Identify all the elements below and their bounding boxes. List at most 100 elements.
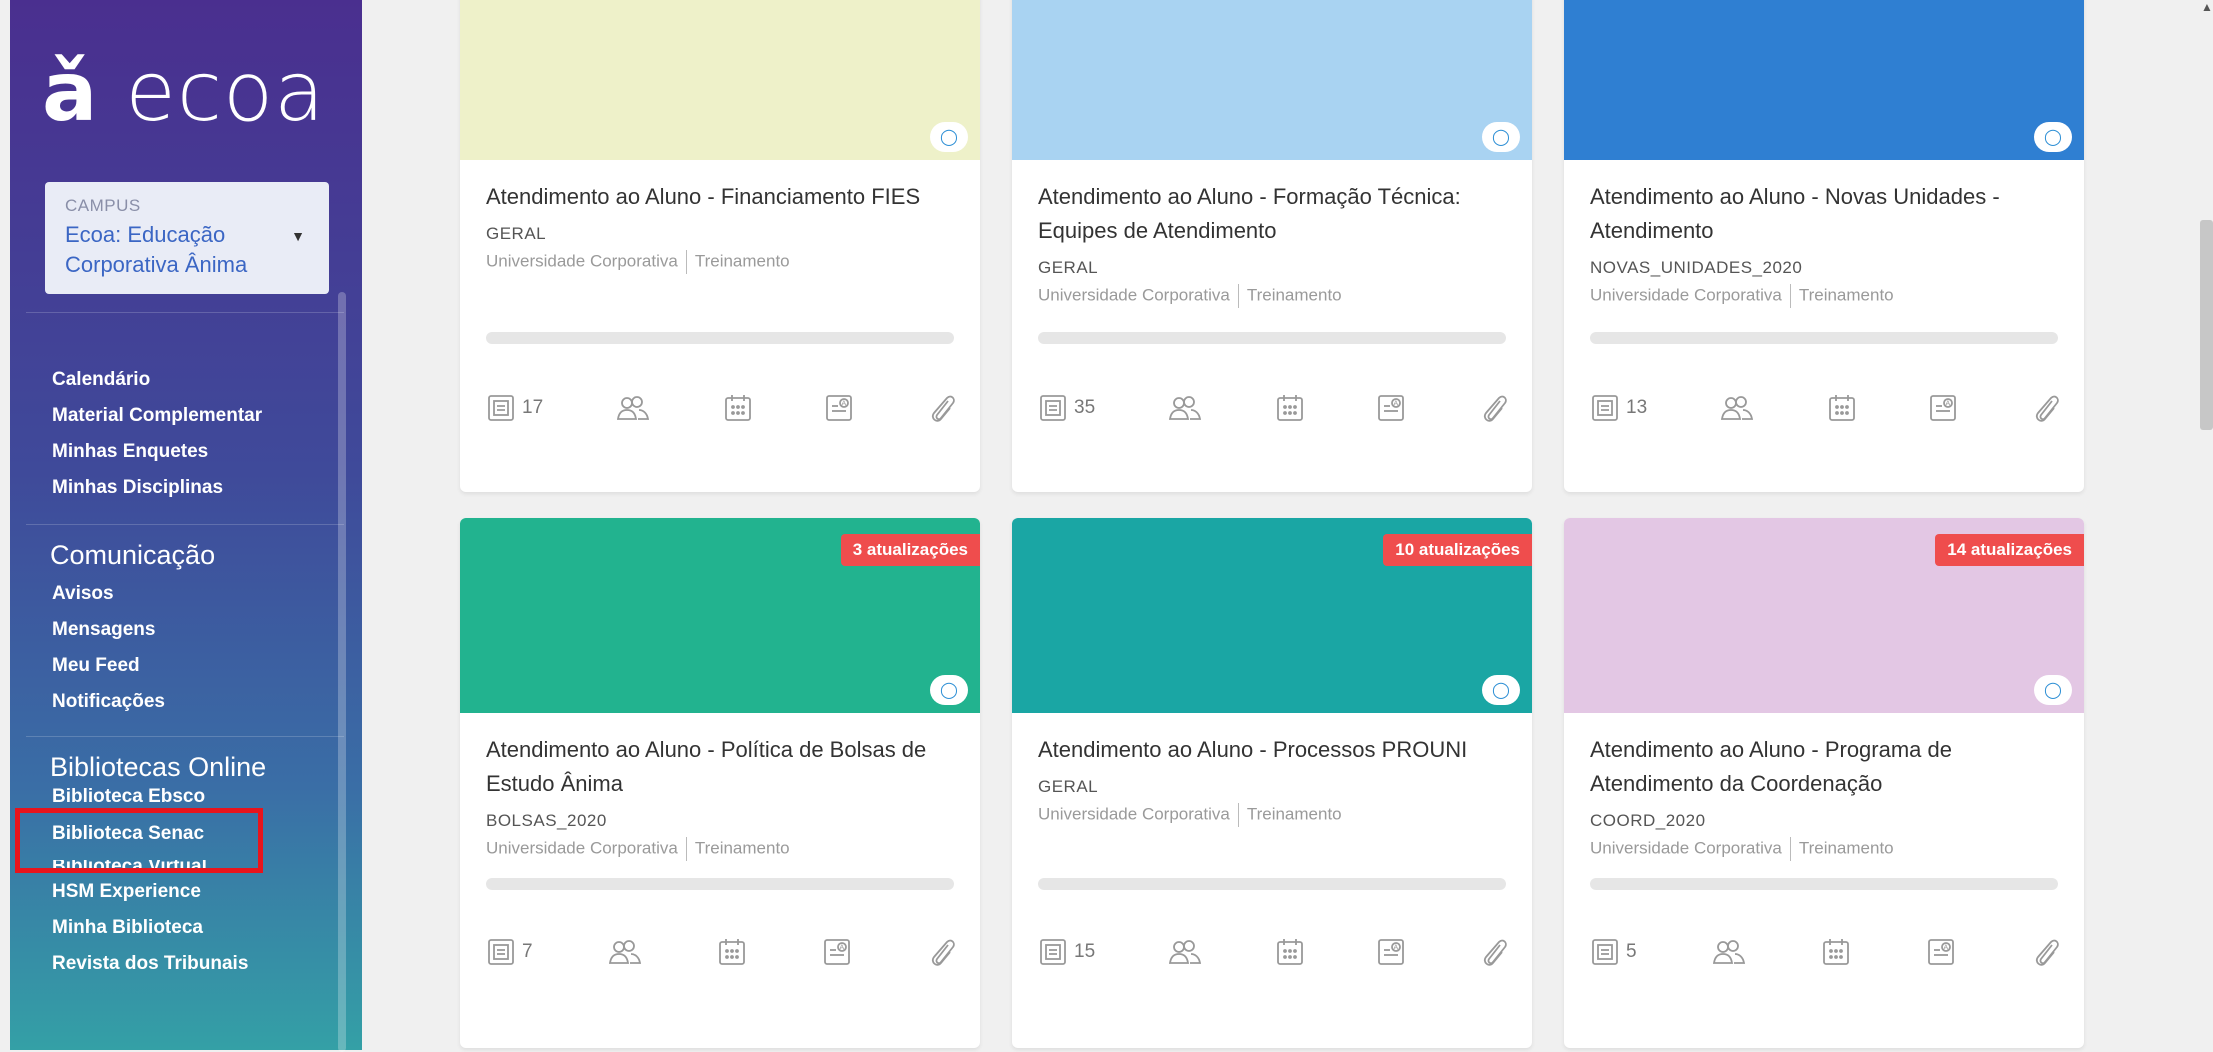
- participants-icon[interactable]: [615, 393, 651, 423]
- course-card[interactable]: ◯ Atendimento ao Aluno - Novas Unidades …: [1564, 0, 2084, 492]
- updates-badge: 10 atualizações: [1383, 534, 1532, 566]
- calendar-icon[interactable]: [1821, 937, 1851, 967]
- ecoa-logo[interactable]: ǎ ecoa: [42, 45, 325, 140]
- chat-icon[interactable]: ◯: [2034, 122, 2072, 152]
- participants-icon[interactable]: [1167, 393, 1203, 423]
- content-icon[interactable]: 17: [486, 393, 543, 423]
- participants-icon[interactable]: [607, 937, 643, 967]
- content-icon[interactable]: 15: [1038, 937, 1095, 967]
- course-title[interactable]: Atendimento ao Aluno - Formação Técnica:…: [1038, 180, 1508, 248]
- calendar-icon[interactable]: [1275, 393, 1305, 423]
- activities-icon[interactable]: A: [1928, 393, 1958, 423]
- campus-value: Ecoa: Educação Corporativa Ânima: [65, 222, 248, 277]
- content-icon[interactable]: 5: [1590, 937, 1637, 967]
- page-scrollbar[interactable]: [2200, 220, 2213, 430]
- course-card[interactable]: ◯ Atendimento ao Aluno - Formação Técnic…: [1012, 0, 1532, 492]
- content-icon[interactable]: 7: [486, 937, 533, 967]
- svg-text:A: A: [1394, 401, 1399, 408]
- nav-item-meu-feed[interactable]: Meu Feed: [52, 648, 165, 684]
- scroll-up-icon[interactable]: ▲: [2201, 0, 2213, 14]
- course-actions: 35 A: [1038, 386, 1508, 430]
- chat-icon[interactable]: ◯: [1482, 122, 1520, 152]
- progress-bar: [1038, 878, 1506, 890]
- progress-bar: [1038, 332, 1506, 344]
- course-org: Universidade Corporativa Treinamento: [486, 250, 790, 274]
- activities-icon[interactable]: A: [822, 937, 852, 967]
- attachment-icon[interactable]: [926, 391, 956, 425]
- updates-badge: 14 atualizações: [1935, 534, 2084, 566]
- course-title[interactable]: Atendimento ao Aluno - Novas Unidades - …: [1590, 180, 2060, 248]
- course-title[interactable]: Atendimento ao Aluno - Programa de Atend…: [1590, 733, 2060, 801]
- course-title[interactable]: Atendimento ao Aluno - Financiamento FIE…: [486, 180, 956, 214]
- course-card[interactable]: 3 atualizações ◯ Atendimento ao Aluno - …: [460, 518, 980, 1048]
- attachment-icon[interactable]: [926, 935, 956, 969]
- section-comunicacao: Comunicação: [50, 540, 216, 570]
- svg-text:A: A: [842, 401, 847, 408]
- content-icon[interactable]: 35: [1038, 393, 1095, 423]
- course-card[interactable]: ◯ Atendimento ao Aluno - Financiamento F…: [460, 0, 980, 492]
- calendar-icon[interactable]: [723, 393, 753, 423]
- attachment-icon[interactable]: [1478, 935, 1508, 969]
- nav-item-minhas-disciplinas[interactable]: Minhas Disciplinas: [52, 470, 262, 506]
- content-count: 17: [522, 397, 544, 418]
- progress-bar: [1590, 332, 2058, 344]
- activities-icon[interactable]: A: [824, 393, 854, 423]
- attachment-icon[interactable]: [2030, 391, 2060, 425]
- course-code: GERAL: [1038, 258, 1099, 277]
- nav-item-mensagens[interactable]: Mensagens: [52, 612, 165, 648]
- course-title[interactable]: Atendimento ao Aluno - Processos PROUNI: [1038, 733, 1508, 767]
- course-banner-image[interactable]: [460, 0, 980, 160]
- divider: [26, 524, 344, 525]
- nav-item-biblioteca-ebsco[interactable]: Biblioteca Ebsco: [52, 786, 248, 808]
- calendar-icon[interactable]: [717, 937, 747, 967]
- course-banner-image[interactable]: [1564, 0, 2084, 160]
- activities-icon[interactable]: A: [1926, 937, 1956, 967]
- nav-item-revista-dos-tribunais[interactable]: Revista dos Tribunais: [52, 946, 248, 982]
- svg-text:A: A: [839, 945, 844, 952]
- chat-icon[interactable]: ◯: [2034, 675, 2072, 705]
- activities-icon[interactable]: A: [1376, 393, 1406, 423]
- updates-badge: 3 atualizações: [840, 534, 980, 566]
- course-code: BOLSAS_2020: [486, 811, 607, 830]
- highlight-box: [15, 808, 263, 873]
- logo-glyph: ǎ: [42, 45, 99, 140]
- nav-item-hsm-experience[interactable]: HSM Experience: [52, 874, 248, 910]
- course-code: GERAL: [486, 224, 547, 243]
- course-card[interactable]: 10 atualizações ◯ Atendimento ao Aluno -…: [1012, 518, 1532, 1048]
- nav-item-avisos[interactable]: Avisos: [52, 576, 165, 612]
- content-icon[interactable]: 13: [1590, 393, 1647, 423]
- progress-bar: [486, 878, 954, 890]
- chat-icon[interactable]: ◯: [930, 675, 968, 705]
- nav-item-notificacoes[interactable]: Notificações: [52, 684, 165, 720]
- nav-item-minha-biblioteca[interactable]: Minha Biblioteca: [52, 910, 248, 946]
- content-count: 7: [522, 941, 533, 962]
- activities-icon[interactable]: A: [1376, 937, 1406, 967]
- course-title[interactable]: Atendimento ao Aluno - Política de Bolsa…: [486, 733, 956, 801]
- course-actions: 7 A: [486, 930, 956, 974]
- nav-item-calendario[interactable]: Calendário: [52, 362, 262, 398]
- attachment-icon[interactable]: [2030, 935, 2060, 969]
- participants-icon[interactable]: [1719, 393, 1755, 423]
- course-org: Universidade Corporativa Treinamento: [1038, 803, 1342, 827]
- svg-text:A: A: [1394, 945, 1399, 952]
- sidebar-scrollbar[interactable]: [338, 292, 346, 1052]
- course-banner-image[interactable]: [1012, 0, 1532, 160]
- campus-selector[interactable]: CAMPUS Ecoa: Educação Corporativa Ânima …: [45, 182, 329, 294]
- main-nav: Calendário Material Complementar Minhas …: [52, 362, 262, 506]
- nav-item-material-complementar[interactable]: Material Complementar: [52, 398, 262, 434]
- nav-item-minhas-enquetes[interactable]: Minhas Enquetes: [52, 434, 262, 470]
- content-count: 13: [1626, 397, 1648, 418]
- chat-icon[interactable]: ◯: [930, 122, 968, 152]
- calendar-icon[interactable]: [1827, 393, 1857, 423]
- course-card[interactable]: 14 atualizações ◯ Atendimento ao Aluno -…: [1564, 518, 2084, 1048]
- logo-text: ecoa: [125, 45, 326, 140]
- participants-icon[interactable]: [1167, 937, 1203, 967]
- campus-label: CAMPUS: [65, 196, 141, 215]
- calendar-icon[interactable]: [1275, 937, 1305, 967]
- course-actions: 5 A: [1590, 930, 2060, 974]
- content-count: 35: [1074, 397, 1096, 418]
- course-org: Universidade Corporativa Treinamento: [1038, 284, 1342, 308]
- participants-icon[interactable]: [1711, 937, 1747, 967]
- chat-icon[interactable]: ◯: [1482, 675, 1520, 705]
- attachment-icon[interactable]: [1478, 391, 1508, 425]
